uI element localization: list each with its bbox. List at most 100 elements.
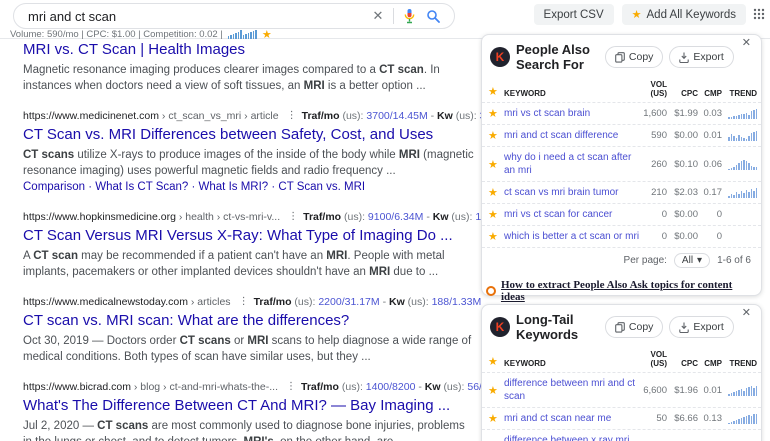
kwe-domain-metrics: Traf/mo (us): 1400/8200 - Kw (us): 56/14… bbox=[301, 380, 505, 394]
result-title-link[interactable]: CT scan vs. MRI scan: What are the diffe… bbox=[23, 311, 475, 331]
keyword-row: ★ mri vs ct scan for cancer 0 $0.00 0 bbox=[482, 203, 761, 225]
cpc-value: $0.00 bbox=[671, 209, 698, 220]
kebab-menu-icon[interactable]: ⋮ bbox=[286, 380, 296, 394]
volume-value: 590 bbox=[641, 130, 667, 141]
clear-search-icon[interactable]: ✕ bbox=[369, 7, 387, 25]
keyword-link[interactable]: why do i need a ct scan after an mri bbox=[504, 151, 641, 177]
longtail-keyword-list: ★ difference between mri and ct scan 6,6… bbox=[482, 372, 761, 441]
keyword-row: ★ which is better a ct scan or mri 0 $0.… bbox=[482, 225, 761, 247]
result-title-link[interactable]: What's The Difference Between CT And MRI… bbox=[23, 396, 475, 416]
result-breadcrumb[interactable]: https://www.bicrad.com › blog › ct-and-m… bbox=[23, 380, 278, 394]
kebab-menu-icon[interactable]: ⋮ bbox=[239, 295, 249, 309]
volume-value: 1,600 bbox=[641, 108, 667, 119]
mic-icon[interactable] bbox=[400, 7, 418, 25]
star-icon[interactable]: ★ bbox=[262, 28, 272, 41]
result-breadcrumb[interactable]: https://www.hopkinsmedicine.org › health… bbox=[23, 210, 280, 224]
pasf-panel-title: People Also Search For bbox=[516, 42, 599, 72]
per-page-select[interactable]: All ▾ bbox=[674, 253, 710, 268]
traffic-metric-link[interactable]: 3700/14.45M bbox=[366, 110, 427, 122]
traffic-metric-link[interactable]: 9100/6.34M bbox=[368, 211, 423, 223]
search-bar: ✕ bbox=[13, 3, 455, 29]
kebab-menu-icon[interactable]: ⋮ bbox=[287, 109, 297, 123]
star-icon[interactable]: ★ bbox=[488, 186, 500, 199]
export-csv-button[interactable]: Export CSV bbox=[534, 4, 614, 25]
search-input[interactable] bbox=[28, 9, 369, 24]
cmp-value: 0.01 bbox=[702, 130, 722, 141]
keyword-row: ★ mri and ct scan near me 50 $6.66 0.13 bbox=[482, 407, 761, 429]
cpc-value: $0.10 bbox=[671, 159, 698, 170]
keyword-link[interactable]: which is better a ct scan or mri bbox=[504, 230, 641, 243]
result-breadcrumb[interactable]: https://www.medicinenet.com › ct_scan_vs… bbox=[23, 109, 279, 123]
cpc-value: $1.99 bbox=[671, 108, 698, 119]
keyword-link[interactable]: difference between mri and ct scan bbox=[504, 377, 641, 403]
close-panel-icon[interactable]: ✕ bbox=[740, 34, 753, 51]
volume-value: 0 bbox=[641, 209, 667, 220]
kwe-query-metrics: Volume: 590/mo | CPC: $1.00 | Competitio… bbox=[10, 28, 272, 41]
trend-sparkline bbox=[727, 108, 757, 119]
result-snippet: Jul 2, 2020 — CT scans are most commonly… bbox=[23, 418, 475, 441]
query-metrics-text: Volume: 590/mo | CPC: $1.00 | Competitio… bbox=[10, 29, 223, 40]
result-breadcrumb[interactable]: https://www.medicalnewstoday.com › artic… bbox=[23, 295, 231, 309]
cpc-value: $6.66 bbox=[671, 413, 698, 424]
traffic-metric-link[interactable]: 2200/31.17M bbox=[318, 296, 379, 308]
result-snippet: Oct 30, 2019 — Doctors order CT scans or… bbox=[23, 333, 475, 365]
keyword-link[interactable]: mri and ct scan near me bbox=[504, 412, 641, 425]
keyword-column-header: KEYWORD bbox=[504, 359, 641, 368]
search-icon[interactable] bbox=[424, 7, 442, 25]
cmp-value: 0 bbox=[702, 209, 722, 220]
star-icon[interactable]: ★ bbox=[488, 129, 500, 142]
keyword-link[interactable]: difference between x ray mri and ct scan bbox=[504, 434, 641, 441]
table-header: ★ KEYWORD VOL(US) CPC CMP TREND bbox=[482, 347, 761, 372]
trend-sparkline bbox=[727, 187, 757, 198]
trend-sparkline bbox=[727, 130, 757, 141]
trend-column-header: TREND bbox=[727, 359, 757, 368]
keyword-row: ★ difference between mri and ct scan 6,6… bbox=[482, 372, 761, 407]
volume-value: 260 bbox=[641, 159, 667, 170]
star-icon[interactable]: ★ bbox=[488, 412, 500, 425]
kwe-toolbar: Export CSV ★ Add All Keywords bbox=[534, 4, 746, 25]
result-sitelinks[interactable]: Comparison · What Is CT Scan? · What Is … bbox=[23, 179, 475, 195]
search-result: https://www.hopkinsmedicine.org › health… bbox=[23, 210, 475, 280]
copy-button[interactable]: Copy bbox=[605, 316, 664, 338]
result-title-link[interactable]: CT Scan vs. MRI Differences between Safe… bbox=[23, 125, 475, 145]
keywords-metric-link[interactable]: 188/1.33M bbox=[432, 296, 482, 308]
keyword-link[interactable]: mri vs ct scan brain bbox=[504, 107, 641, 120]
keyword-row: ★ mri vs ct scan brain 1,600 $1.99 0.03 bbox=[482, 102, 761, 124]
keyword-row: ★ why do i need a ct scan after an mri 2… bbox=[482, 146, 761, 181]
close-panel-icon[interactable]: ✕ bbox=[740, 304, 753, 321]
kebab-menu-icon[interactable]: ⋮ bbox=[288, 210, 298, 224]
star-icon[interactable]: ★ bbox=[488, 230, 500, 243]
cmp-column-header: CMP bbox=[702, 89, 722, 98]
star-icon[interactable]: ★ bbox=[488, 107, 500, 120]
trend-sparkline bbox=[727, 385, 757, 396]
trend-sparkline bbox=[727, 413, 757, 424]
add-all-keywords-button[interactable]: ★ Add All Keywords bbox=[622, 4, 746, 25]
cpc-value: $1.96 bbox=[671, 385, 698, 396]
keyword-row: ★ mri and ct scan difference 590 $0.00 0… bbox=[482, 124, 761, 146]
keyword-link[interactable]: mri and ct scan difference bbox=[504, 129, 641, 142]
pasf-help-link[interactable]: How to extract People Also Ask topics fo… bbox=[501, 279, 757, 303]
keyword-link[interactable]: ct scan vs mri brain tumor bbox=[504, 186, 641, 199]
copy-button[interactable]: Copy bbox=[605, 46, 664, 68]
export-button[interactable]: Export bbox=[669, 46, 733, 68]
keywords-everywhere-logo-icon: K bbox=[490, 47, 510, 67]
volume-value: 0 bbox=[641, 231, 667, 242]
trend-column-header: TREND bbox=[727, 89, 757, 98]
star-icon[interactable]: ★ bbox=[488, 384, 500, 397]
export-button[interactable]: Export bbox=[669, 316, 733, 338]
kwe-domain-metrics: Traf/mo (us): 2200/31.17M - Kw (us): 188… bbox=[254, 295, 482, 309]
result-snippet: A CT scan may be recommended if a patien… bbox=[23, 248, 475, 280]
promo-ring-icon bbox=[486, 286, 496, 296]
search-result: https://www.medicinenet.com › ct_scan_vs… bbox=[23, 109, 475, 195]
star-icon[interactable]: ★ bbox=[488, 158, 500, 171]
star-icon[interactable]: ★ bbox=[488, 208, 500, 221]
result-title-link[interactable]: MRI vs. CT Scan | Health Images bbox=[23, 40, 475, 60]
volume-column-header: VOL(US) bbox=[641, 350, 667, 368]
traffic-metric-link[interactable]: 1400/8200 bbox=[366, 381, 416, 393]
search-results: MRI vs. CT Scan | Health Images Magnetic… bbox=[23, 38, 475, 441]
google-apps-icon[interactable] bbox=[753, 8, 765, 20]
per-page-label: Per page: bbox=[624, 255, 667, 266]
result-title-link[interactable]: CT Scan Versus MRI Versus X-Ray: What Ty… bbox=[23, 226, 475, 246]
keyword-link[interactable]: mri vs ct scan for cancer bbox=[504, 208, 641, 221]
trend-sparkline bbox=[727, 231, 757, 242]
